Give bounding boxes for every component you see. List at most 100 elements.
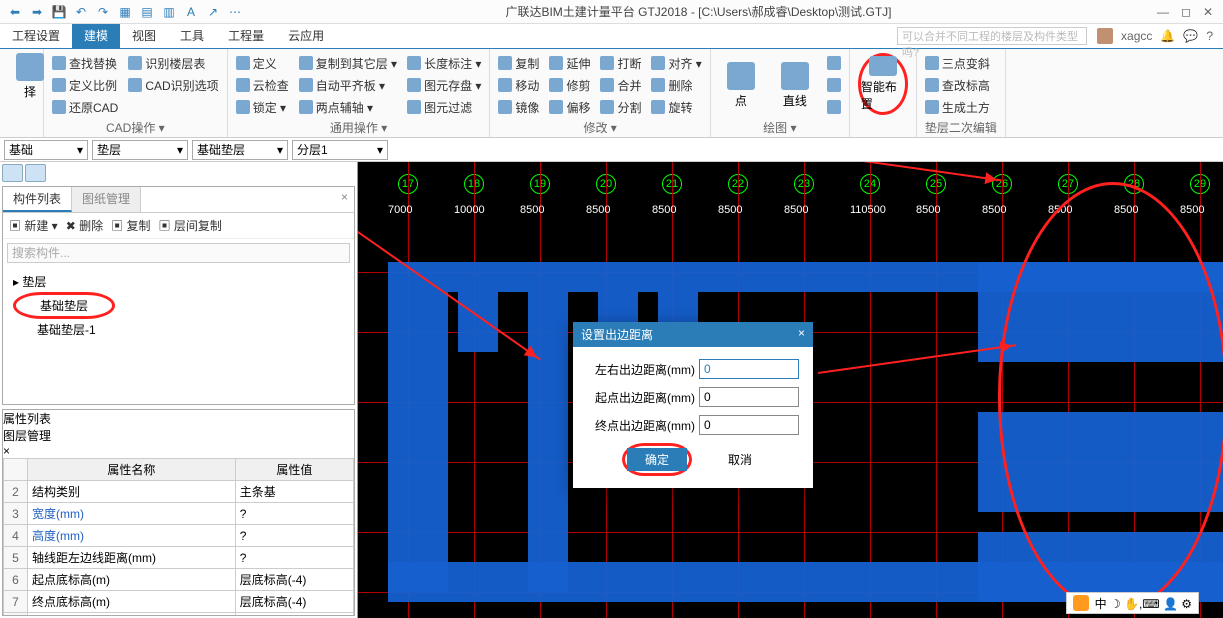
ime-bar[interactable]: 中 ☽ ✋,⌨ 👤 ⚙ bbox=[1066, 592, 1199, 614]
auto-level-slab-button[interactable]: 自动平齐板 ▾ bbox=[299, 75, 397, 95]
two-point-axis-button[interactable]: 两点辅轴 ▾ bbox=[299, 97, 397, 117]
tab-project-settings[interactable]: 工程设置 bbox=[0, 24, 72, 48]
three-point-slope-button[interactable]: 三点变斜 bbox=[925, 53, 990, 73]
offset-button[interactable]: 偏移 bbox=[549, 97, 590, 117]
cancel-button[interactable]: 取消 bbox=[716, 443, 764, 476]
copy-component-button[interactable]: ▣ 复制 bbox=[111, 217, 150, 234]
drawing-canvas[interactable]: 17181920212223242526272829 7000100008500… bbox=[358, 162, 1223, 618]
minimize-icon[interactable]: — bbox=[1157, 5, 1169, 19]
table-row[interactable]: 5轴线距左边线距离(mm)? bbox=[4, 547, 354, 569]
layer-copy-button[interactable]: ▣ 层间复制 bbox=[158, 217, 221, 234]
restore-cad-button[interactable]: 还原CAD bbox=[52, 97, 118, 117]
draw-arc-button[interactable] bbox=[827, 53, 841, 73]
element-save-button[interactable]: 图元存盘 ▾ bbox=[407, 75, 481, 95]
delete-component-button[interactable]: ✖ 删除 bbox=[66, 217, 103, 234]
tab-property-list[interactable]: 属性列表 bbox=[3, 410, 354, 427]
tab-tools[interactable]: 工具 bbox=[168, 24, 216, 48]
tab-component-list[interactable]: 构件列表 bbox=[3, 187, 72, 212]
copy-button[interactable]: 复制 bbox=[498, 53, 539, 73]
help-search-input[interactable]: 可以合并不同工程的楼层及构件类型吗? bbox=[897, 27, 1087, 45]
qat-undo-icon[interactable]: ↶ bbox=[72, 3, 90, 21]
split-button[interactable]: 分割 bbox=[600, 97, 641, 117]
qat-tool4-icon[interactable]: A bbox=[182, 3, 200, 21]
new-button[interactable]: ▣ 新建 ▾ bbox=[9, 217, 58, 234]
input-end-distance[interactable] bbox=[699, 415, 799, 435]
dimension-text: 8500 bbox=[520, 204, 544, 216]
qat-tool2-icon[interactable]: ▤ bbox=[138, 3, 156, 21]
table-row[interactable]: 8备注 bbox=[4, 613, 354, 617]
tab-layer-mgmt[interactable]: 图层管理 bbox=[3, 427, 354, 444]
close-icon[interactable]: ✕ bbox=[1203, 5, 1213, 19]
table-row[interactable]: 3宽度(mm)? bbox=[4, 503, 354, 525]
break-button[interactable]: 打断 bbox=[600, 53, 641, 73]
cloud-check-button[interactable]: 云检查 bbox=[236, 75, 289, 95]
identify-floor-table-button[interactable]: 识别楼层表 bbox=[128, 53, 218, 73]
mirror-button[interactable]: 镜像 bbox=[498, 97, 539, 117]
avatar[interactable] bbox=[1097, 28, 1113, 44]
dialog-close-icon[interactable]: × bbox=[798, 326, 805, 343]
define-button[interactable]: 定义 bbox=[236, 53, 289, 73]
draw-circle-button[interactable] bbox=[827, 97, 841, 117]
tab-view[interactable]: 视图 bbox=[120, 24, 168, 48]
sidebar-btn-2[interactable] bbox=[25, 164, 46, 182]
sidebar-btn-1[interactable] bbox=[2, 164, 23, 182]
length-dim-button[interactable]: 长度标注 ▾ bbox=[407, 53, 481, 73]
qat-fwd-icon[interactable]: ➡ bbox=[28, 3, 46, 21]
trim-button[interactable]: 修剪 bbox=[549, 75, 590, 95]
smart-layout-button[interactable]: 智能布置 bbox=[858, 53, 908, 115]
qat-more-icon[interactable]: ⋯ bbox=[226, 3, 244, 21]
copy-to-layer-button[interactable]: 复制到其它层 ▾ bbox=[299, 53, 397, 73]
delete-button[interactable]: 删除 bbox=[651, 75, 701, 95]
dimension-text: 8500 bbox=[718, 204, 742, 216]
dimension-text: 8500 bbox=[916, 204, 940, 216]
table-row[interactable]: 2结构类别主条基 bbox=[4, 481, 354, 503]
cad-recognize-options-button[interactable]: CAD识别选项 bbox=[128, 75, 218, 95]
ok-button[interactable]: 确定 bbox=[627, 448, 687, 471]
table-row[interactable]: 7终点底标高(m)层底标高(-4) bbox=[4, 591, 354, 613]
tree-item-2[interactable]: 基础垫层-1 bbox=[13, 319, 344, 340]
input-start-distance[interactable] bbox=[699, 387, 799, 407]
qat-tool5-icon[interactable]: ↗ bbox=[204, 3, 222, 21]
category-select[interactable]: 基础▾ bbox=[4, 140, 88, 160]
panel-close-icon[interactable]: × bbox=[335, 187, 354, 212]
qat-redo-icon[interactable]: ↷ bbox=[94, 3, 112, 21]
line-button[interactable]: 直线 bbox=[773, 53, 817, 117]
merge-button[interactable]: 合并 bbox=[600, 75, 641, 95]
input-lr-distance[interactable] bbox=[699, 359, 799, 379]
move-button[interactable]: 移动 bbox=[498, 75, 539, 95]
table-row[interactable]: 4高度(mm)? bbox=[4, 525, 354, 547]
tab-modeling[interactable]: 建模 bbox=[72, 24, 120, 48]
qat-tool3-icon[interactable]: ▥ bbox=[160, 3, 178, 21]
qat-back-icon[interactable]: ⬅ bbox=[6, 3, 24, 21]
rotate-button[interactable]: 旋转 bbox=[651, 97, 701, 117]
qat-tool1-icon[interactable]: ▦ bbox=[116, 3, 134, 21]
type-select[interactable]: 垫层▾ bbox=[92, 140, 188, 160]
align-button[interactable]: 对齐 ▾ bbox=[651, 53, 701, 73]
dimension-text: 8500 bbox=[586, 204, 610, 216]
tab-quantity[interactable]: 工程量 bbox=[216, 24, 276, 48]
layer-select[interactable]: 分层1▾ bbox=[292, 140, 388, 160]
scale-button[interactable]: 定义比例 bbox=[52, 75, 118, 95]
tab-cloud[interactable]: 云应用 bbox=[276, 24, 336, 48]
extend-button[interactable]: 延伸 bbox=[549, 53, 590, 73]
table-row[interactable]: 6起点底标高(m)层底标高(-4) bbox=[4, 569, 354, 591]
find-replace-button[interactable]: 查找替换 bbox=[52, 53, 118, 73]
sogou-icon bbox=[1073, 595, 1089, 611]
draw-rect-button[interactable] bbox=[827, 75, 841, 95]
generate-earthwork-button[interactable]: 生成土方 bbox=[925, 97, 990, 117]
tree-root[interactable]: ▸ 垫层 bbox=[13, 271, 344, 292]
tab-drawing-mgmt[interactable]: 图纸管理 bbox=[72, 187, 141, 212]
element-filter-button[interactable]: 图元过滤 bbox=[407, 97, 481, 117]
help-icon[interactable]: ? bbox=[1206, 29, 1213, 43]
qat-save-icon[interactable]: 💾 bbox=[50, 3, 68, 21]
check-elevation-button[interactable]: 查改标高 bbox=[925, 75, 990, 95]
maximize-icon[interactable]: ◻ bbox=[1181, 5, 1191, 19]
point-button[interactable]: 点 bbox=[719, 53, 763, 117]
component-select[interactable]: 基础垫层▾ bbox=[192, 140, 288, 160]
lock-button[interactable]: 锁定 ▾ bbox=[236, 97, 289, 117]
bell-icon[interactable]: 🔔 bbox=[1160, 29, 1175, 43]
search-component-input[interactable]: 搜索构件... bbox=[7, 243, 350, 263]
tree-item-1[interactable]: 基础垫层 bbox=[40, 295, 88, 316]
prop-panel-close-icon[interactable]: × bbox=[3, 444, 354, 458]
chat-icon[interactable]: 💬 bbox=[1183, 29, 1198, 43]
